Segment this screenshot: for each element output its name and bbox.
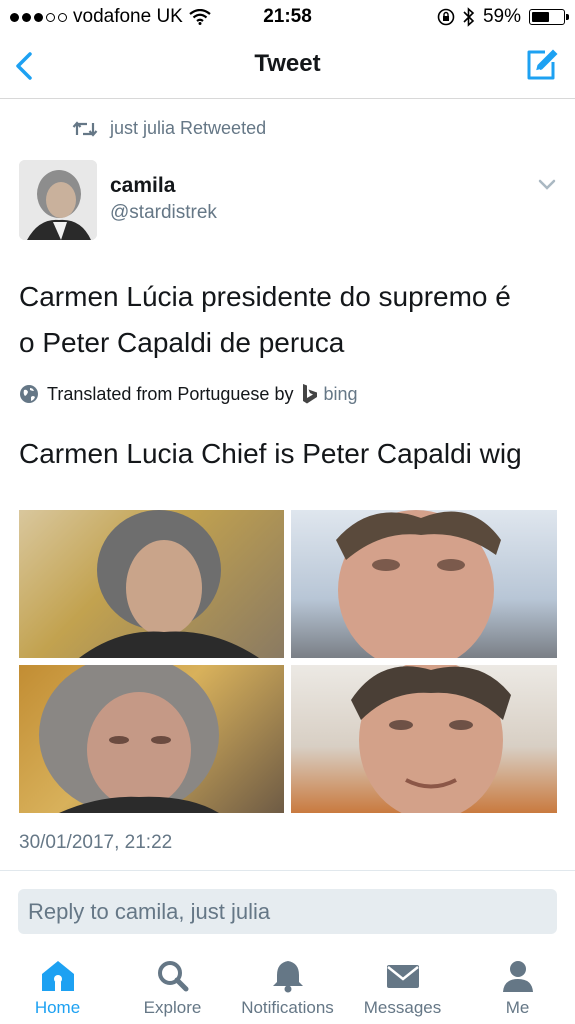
status-bar: vodafone UK 21:58 59% <box>0 0 575 34</box>
bing-label: bing <box>323 383 358 404</box>
tab-notifications-label: Notifications <box>241 998 334 1017</box>
page-title: Tweet <box>254 50 321 77</box>
divider <box>0 870 575 871</box>
author-name[interactable]: camila <box>110 174 175 198</box>
chevron-down-icon[interactable] <box>537 178 557 192</box>
bell-icon <box>272 961 303 993</box>
tab-messages-label: Messages <box>363 998 442 1017</box>
battery-icon <box>529 9 569 25</box>
reply-input[interactable]: Reply to camila, just julia <box>18 889 557 934</box>
translation-attribution: Translated from Portuguese by bing <box>19 383 358 405</box>
photo-grid <box>19 510 557 813</box>
bluetooth-icon <box>463 7 475 27</box>
tab-home-label: Home <box>34 998 81 1017</box>
tweet-photo-2[interactable] <box>291 510 557 658</box>
search-icon <box>157 961 188 992</box>
avatar[interactable] <box>19 160 97 240</box>
tweet-text-line-1: Carmen Lúcia presidente do supremo é <box>19 281 511 312</box>
compose-icon[interactable] <box>523 46 561 84</box>
tweet-photo-4[interactable] <box>291 665 557 813</box>
retweet-icon <box>72 120 98 137</box>
globe-icon <box>20 385 38 403</box>
tab-notifications[interactable]: Notifications <box>230 958 345 1018</box>
tweet-text-line-2: o Peter Capaldi de peruca <box>19 327 345 358</box>
retweet-context[interactable]: just julia Retweeted <box>72 118 266 139</box>
navigation-bar: Tweet <box>0 34 575 99</box>
translated-from-label: Translated from Portuguese by <box>47 383 294 404</box>
translated-text: Carmen Lucia Chief is Peter Capaldi wig <box>19 438 522 469</box>
tab-messages[interactable]: Messages <box>345 958 460 1018</box>
tab-explore[interactable]: Explore <box>115 958 230 1018</box>
orientation-lock-icon <box>437 8 455 26</box>
tab-explore-label: Explore <box>143 998 202 1017</box>
bing-logo: bing <box>301 383 358 405</box>
envelope-icon <box>386 965 419 988</box>
tweet-photo-3[interactable] <box>19 665 284 813</box>
tab-me[interactable]: Me <box>460 958 575 1018</box>
tab-bar: Home Explore Notifications Messages Me <box>0 950 575 1024</box>
tab-home[interactable]: Home <box>0 958 115 1018</box>
tweet-text: Carmen Lúcia presidente do supremo é o P… <box>19 274 564 366</box>
tab-me-label: Me <box>505 998 530 1017</box>
author-handle[interactable]: @stardistrek <box>110 202 217 224</box>
home-icon <box>41 961 74 991</box>
battery-level <box>532 12 549 22</box>
person-icon <box>502 961 533 992</box>
battery-percent: 59% <box>482 6 521 27</box>
tweet-photo-1[interactable] <box>19 510 284 658</box>
bing-icon <box>303 384 318 404</box>
tweet-timestamp: 30/01/2017, 21:22 <box>19 832 173 853</box>
avatar-photo <box>19 160 97 240</box>
retweeted-by-label: just julia Retweeted <box>110 118 267 138</box>
